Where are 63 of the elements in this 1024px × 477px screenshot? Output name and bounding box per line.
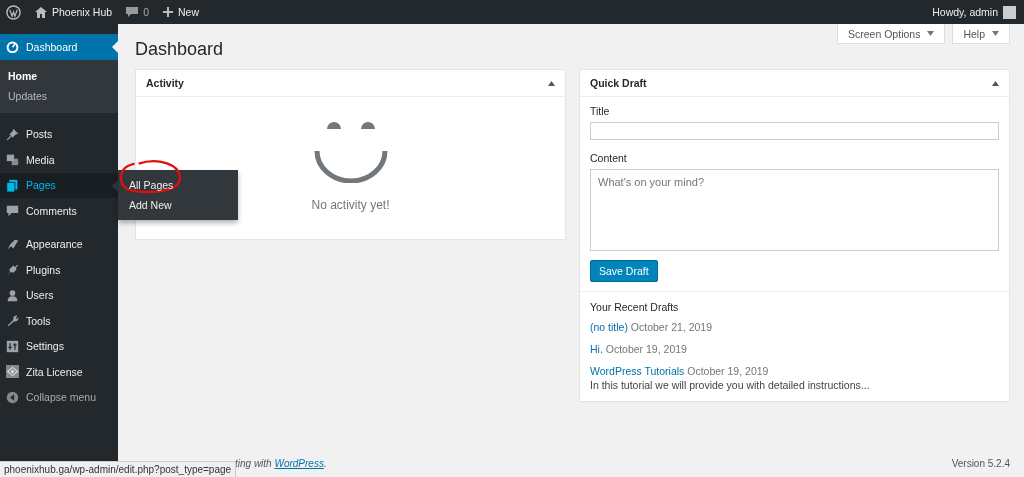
save-draft-button[interactable]: Save Draft [590, 260, 658, 282]
sidebar-item[interactable]: Users [0, 282, 118, 308]
comment-icon [126, 6, 139, 18]
sidebar-item[interactable]: Appearance [0, 231, 118, 257]
recent-drafts-heading: Your Recent Drafts [590, 301, 680, 313]
home-icon [35, 6, 47, 18]
panel-title: Activity [146, 77, 184, 89]
status-url: phoenixhub.ga/wp-admin/edit.php?post_type=page [0, 461, 237, 477]
title-field[interactable] [590, 122, 999, 140]
draft-link[interactable]: Hi. [590, 343, 603, 355]
menu-icon [6, 127, 19, 141]
menu-icon [6, 153, 19, 167]
sidebar-item[interactable]: Pages [0, 172, 118, 198]
collapse-icon [6, 390, 19, 404]
avatar-icon[interactable] [1003, 5, 1016, 19]
caret-icon [927, 31, 935, 36]
draft-date: October 21, 2019 [630, 321, 712, 333]
menu-icon [6, 339, 19, 353]
sidebar-item[interactable]: Zita License [0, 359, 118, 385]
draft-link[interactable]: (no title) [590, 321, 628, 333]
sidebar-item[interactable]: Comments [0, 198, 118, 224]
submenu-item[interactable]: Home [0, 65, 118, 86]
wordpress-link[interactable]: WordPress [274, 458, 324, 469]
sidebar-item[interactable]: Settings [0, 333, 118, 359]
sidebar-item[interactable]: Tools [0, 308, 118, 334]
field-label: Content [590, 152, 628, 164]
draft-date: October 19, 2019 [605, 343, 687, 355]
current-pointer-icon [112, 41, 118, 53]
sidebar-item[interactable]: Plugins [0, 257, 118, 283]
draft-link[interactable]: WordPress Tutorials [590, 365, 685, 377]
greeting[interactable]: Howdy, admin [932, 6, 998, 18]
sidebar-item[interactable]: Posts [0, 121, 118, 147]
new-link[interactable]: New [177, 6, 199, 18]
draft-date: October 19, 2019 [687, 365, 769, 377]
sidebar-item[interactable]: Dashboard [0, 34, 118, 60]
draft-excerpt: In this tutorial we will provide you with detailed instructions... [590, 379, 871, 391]
comment-count[interactable]: 0 [143, 6, 149, 18]
submenu-item[interactable]: Updates [0, 85, 118, 106]
tab-button[interactable]: Help [952, 24, 1010, 44]
wordpress-logo-icon[interactable] [6, 4, 21, 20]
menu-icon [6, 204, 19, 218]
sidebar-item[interactable]: Media [0, 147, 118, 173]
menu-icon [6, 288, 19, 302]
plus-icon [162, 7, 173, 17]
flyout-item[interactable]: All Pages [118, 175, 238, 195]
collapse-toggle-icon[interactable] [548, 80, 555, 86]
field-label: Title [590, 105, 611, 117]
page-title: Dashboard [135, 39, 224, 60]
version-text: Version 5.2.4 [951, 458, 1010, 469]
menu-icon [6, 365, 19, 379]
flyout-item[interactable]: Add New [118, 195, 238, 215]
menu-icon [6, 40, 19, 54]
site-name-link[interactable]: Phoenix Hub [52, 6, 113, 18]
menu-icon [6, 178, 19, 192]
collapse-menu-button[interactable]: Collapse menu [0, 384, 118, 410]
collapse-toggle-icon[interactable] [992, 80, 999, 86]
panel-title: Quick Draft [590, 77, 647, 89]
content-field[interactable]: What's on your mind? [590, 169, 999, 251]
menu-icon [6, 237, 19, 251]
caret-icon [992, 31, 999, 36]
empty-message: No activity yet! [311, 198, 390, 212]
tab-button[interactable]: Screen Options [837, 24, 946, 44]
menu-icon [6, 314, 19, 328]
